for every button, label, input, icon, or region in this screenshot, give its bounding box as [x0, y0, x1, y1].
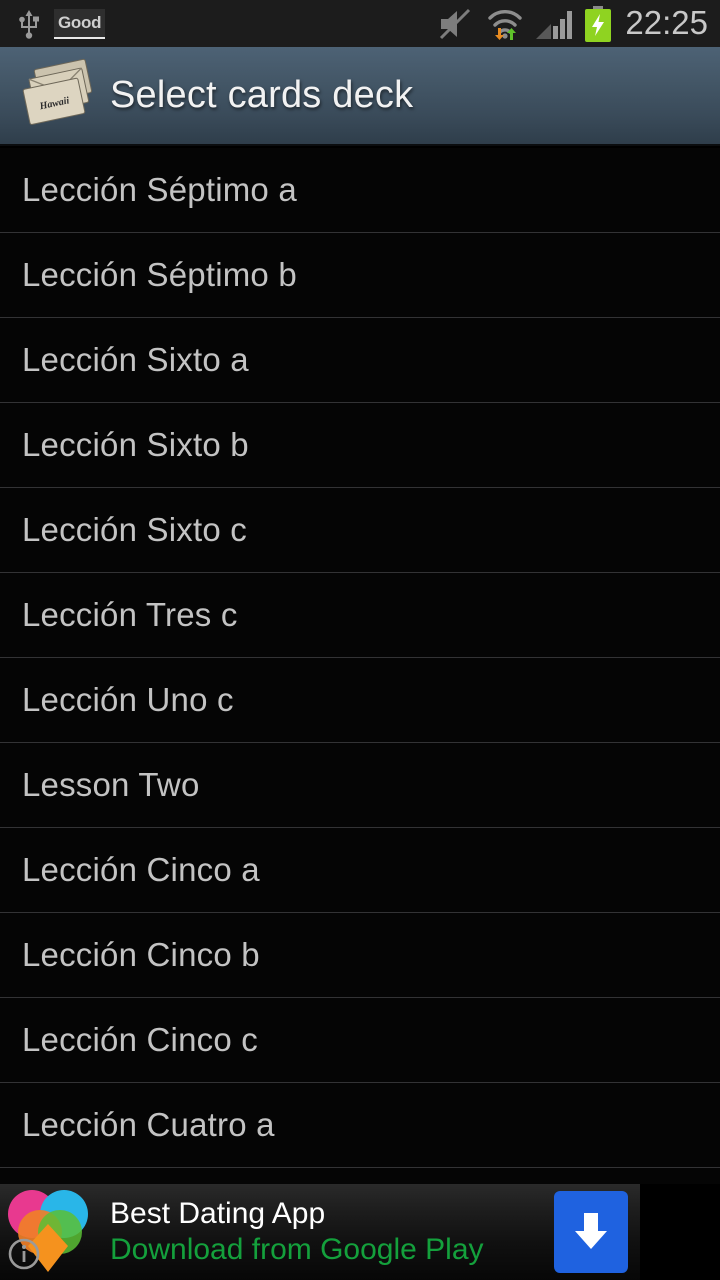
battery-charging-icon [584, 5, 612, 42]
list-item-label: Lección Sixto b [22, 426, 249, 463]
list-item-label: Lección Séptimo a [22, 171, 297, 208]
ad-banner-filler [640, 1184, 720, 1280]
list-item-label: Lección Séptimo b [22, 256, 297, 293]
list-item[interactable]: Lección Cinco b [0, 913, 720, 998]
ad-subtitle: Download from Google Play [110, 1233, 484, 1266]
phone-screen: Good 22:25 Hawaii Select cards deck Lecc… [0, 0, 720, 1280]
mute-icon [439, 8, 475, 40]
list-item-partial[interactable] [0, 1168, 720, 1184]
list-item-label: Lección Tres c [22, 596, 238, 633]
ad-text-block: Best Dating App Download from Google Pla… [110, 1197, 484, 1267]
status-bar: Good 22:25 [0, 0, 720, 47]
signal-icon [535, 8, 573, 40]
page-title: Select cards deck [110, 74, 414, 116]
list-item-label: Lección Cinco a [22, 851, 260, 888]
list-item-label: Lección Sixto c [22, 511, 247, 548]
status-bar-right: 22:25 [439, 4, 720, 42]
list-item[interactable]: Lección Séptimo a [0, 148, 720, 233]
title-bar: Hawaii Select cards deck [0, 47, 720, 146]
list-item[interactable]: Lección Sixto b [0, 403, 720, 488]
list-item-label: Lección Sixto a [22, 341, 249, 378]
list-item[interactable]: Lección Tres c [0, 573, 720, 658]
list-item[interactable]: Lección Sixto c [0, 488, 720, 573]
cards-deck-icon: Hawaii [0, 53, 106, 139]
list-item[interactable]: Lección Uno c [0, 658, 720, 743]
ad-info-button[interactable] [3, 1235, 45, 1277]
list-item-label: Lección Uno c [22, 681, 234, 718]
list-item-label: Lesson Two [22, 766, 200, 803]
list-item[interactable]: Lección Cuatro a [0, 1083, 720, 1168]
good-notification-badge: Good [54, 8, 106, 39]
status-bar-left: Good [0, 8, 106, 39]
ad-title: Best Dating App [110, 1197, 326, 1230]
list-item[interactable]: Lección Sixto a [0, 318, 720, 403]
download-arrow-icon [570, 1207, 612, 1258]
wifi-icon [486, 7, 524, 41]
ad-banner[interactable]: Best Dating App Download from Google Pla… [0, 1184, 640, 1280]
ad-info-icon [6, 1236, 42, 1277]
list-item[interactable]: Lección Séptimo b [0, 233, 720, 318]
list-item[interactable]: Lesson Two [0, 743, 720, 828]
list-item-label: Lección Cinco c [22, 1021, 258, 1058]
ad-download-button[interactable] [554, 1191, 628, 1273]
status-bar-clock: 22:25 [625, 4, 708, 41]
list-item[interactable]: Lección Cinco c [0, 998, 720, 1083]
list-item-label: Lección Cinco b [22, 936, 260, 973]
list-item[interactable]: Lección Cinco a [0, 828, 720, 913]
list-item-label: Lección Cuatro a [22, 1106, 275, 1143]
deck-list[interactable]: Lección Séptimo a Lección Séptimo b Lecc… [0, 148, 720, 1184]
usb-icon [16, 9, 42, 39]
